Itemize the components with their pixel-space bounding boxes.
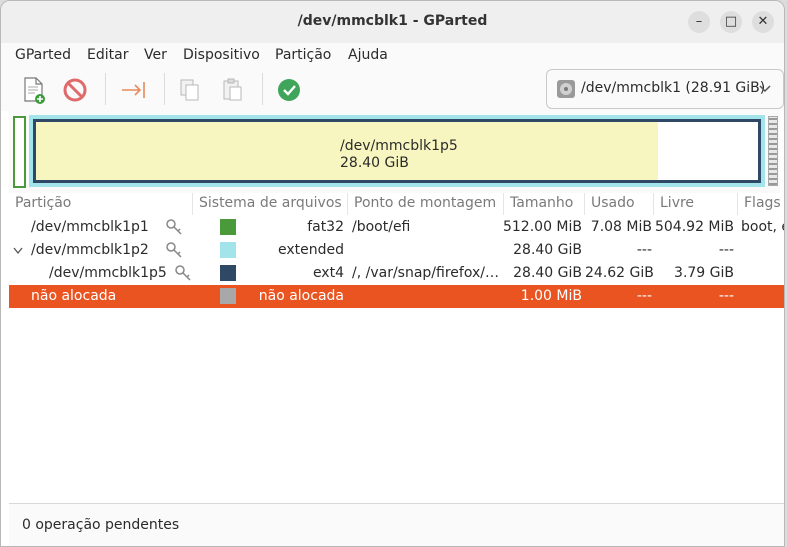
- cell-mountpoint: /, /var/snap/firefox/…: [352, 265, 499, 281]
- harddisk-icon: [557, 80, 575, 98]
- paste-button[interactable]: [218, 75, 248, 105]
- resize-icon: [122, 82, 145, 98]
- delete-icon: [63, 78, 87, 102]
- cell-used: ---: [636, 288, 652, 304]
- menu-dispositivo[interactable]: Dispositivo: [183, 47, 260, 63]
- cell-size: 28.40 GiB: [513, 265, 582, 281]
- column-header-free[interactable]: Livre: [654, 193, 738, 215]
- filesystem-color-swatch: [220, 265, 236, 281]
- cell-filesystem: ext4: [312, 265, 344, 281]
- chevron-down-icon: [759, 85, 771, 93]
- maximize-icon: □: [724, 14, 738, 29]
- menu-particao[interactable]: Partição: [275, 47, 331, 63]
- cell-size: 1.00 MiB: [520, 288, 582, 304]
- table-row[interactable]: /dev/mmcblk1p1 fat32 /boot/efi 512.00 Mi…: [9, 216, 784, 239]
- filesystem-color-swatch: [220, 242, 236, 258]
- paste-icon: [223, 78, 242, 101]
- cell-filesystem: extended: [277, 242, 344, 258]
- chevron-down-icon[interactable]: [13, 247, 23, 255]
- diskmap-partition-size: 28.40 GiB: [340, 155, 409, 171]
- cell-partition: /dev/mmcblk1p1: [31, 219, 149, 235]
- diskmap-partition-p5[interactable]: /dev/mmcblk1p5 28.40 GiB: [33, 119, 761, 183]
- column-header-used[interactable]: Usado: [585, 193, 654, 215]
- apply-button[interactable]: [274, 75, 304, 105]
- menu-gparted[interactable]: GParted: [15, 47, 71, 63]
- partition-table: Partição Sistema de arquivos Ponto de mo…: [9, 193, 784, 503]
- title-bar: /dev/mmcblk1 - GParted – □ ✕: [1, 1, 784, 44]
- column-header-flags[interactable]: Flags: [738, 193, 784, 215]
- table-row[interactable]: /dev/mmcblk1p5 ext4 /, /var/snap/firefox…: [9, 262, 784, 285]
- window-title: /dev/mmcblk1 - GParted: [297, 13, 488, 29]
- menu-bar: GParted Editar Ver Dispositivo Partição …: [1, 43, 784, 69]
- cell-used: 24.62 GiB: [585, 265, 654, 281]
- table-row-selected[interactable]: não alocada não alocada 1.00 MiB --- ---: [9, 285, 784, 308]
- device-selector-label: /dev/mmcblk1 (28.91 GiB): [581, 80, 766, 96]
- copy-icon: [180, 79, 199, 101]
- cell-free: ---: [718, 242, 734, 258]
- cell-used: 7.08 MiB: [590, 219, 652, 235]
- gparted-window: /dev/mmcblk1 - GParted – □ ✕ GParted Edi…: [0, 0, 785, 547]
- cell-partition: /dev/mmcblk1p2: [31, 242, 149, 258]
- diskmap-partition-p1[interactable]: [13, 116, 26, 188]
- device-selector[interactable]: /dev/mmcblk1 (28.91 GiB): [546, 69, 784, 109]
- new-document-icon: [24, 77, 45, 104]
- diskmap-unallocated[interactable]: [768, 116, 778, 186]
- close-button[interactable]: ✕: [752, 11, 774, 33]
- filesystem-color-swatch: [220, 288, 236, 304]
- column-header-mountpoint[interactable]: Ponto de montagem: [348, 193, 504, 215]
- cell-used: ---: [636, 242, 652, 258]
- key-icon: [175, 265, 191, 281]
- menu-ver[interactable]: Ver: [144, 47, 167, 63]
- cell-mountpoint: /boot/efi: [352, 219, 411, 235]
- column-header-filesystem[interactable]: Sistema de arquivos: [193, 193, 348, 215]
- cell-filesystem: fat32: [307, 219, 344, 235]
- column-header-size[interactable]: Tamanho: [504, 193, 585, 215]
- key-icon: [166, 219, 182, 235]
- cell-free: ---: [718, 288, 734, 304]
- status-bar: 0 operação pendentes: [9, 503, 784, 546]
- filesystem-color-swatch: [220, 219, 236, 235]
- cell-size: 28.40 GiB: [513, 242, 582, 258]
- minimize-icon: –: [695, 14, 703, 29]
- checkmark-icon: [278, 79, 300, 101]
- menu-editar[interactable]: Editar: [87, 47, 128, 63]
- cell-filesystem: não alocada: [258, 288, 344, 304]
- diskmap-partition-name: /dev/mmcblk1p5: [340, 138, 458, 154]
- minimize-button[interactable]: –: [688, 11, 710, 33]
- cell-free: 504.92 MiB: [654, 219, 734, 235]
- delete-button[interactable]: [60, 75, 90, 105]
- diskmap-partition-extended[interactable]: /dev/mmcblk1p5 28.40 GiB: [29, 115, 765, 187]
- key-icon: [166, 242, 182, 258]
- menu-ajuda[interactable]: Ajuda: [348, 47, 388, 63]
- disk-map: /dev/mmcblk1p5 28.40 GiB: [9, 111, 780, 193]
- table-row[interactable]: /dev/mmcblk1p2 extended 28.40 GiB --- --…: [9, 239, 784, 262]
- cell-size: 512.00 MiB: [502, 219, 582, 235]
- cell-flags: boot, esp: [741, 219, 784, 235]
- cell-partition: /dev/mmcblk1p5: [49, 265, 167, 281]
- cell-free: 3.79 GiB: [674, 265, 734, 281]
- close-icon: ✕: [757, 14, 769, 29]
- resize-move-button[interactable]: [118, 75, 148, 105]
- pending-operations-label: 0 operação pendentes: [22, 517, 180, 533]
- column-header-partition[interactable]: Partição: [9, 193, 193, 215]
- new-partition-button[interactable]: [19, 75, 49, 105]
- copy-button[interactable]: [175, 75, 205, 105]
- maximize-button[interactable]: □: [720, 11, 742, 33]
- cell-partition: não alocada: [31, 288, 117, 304]
